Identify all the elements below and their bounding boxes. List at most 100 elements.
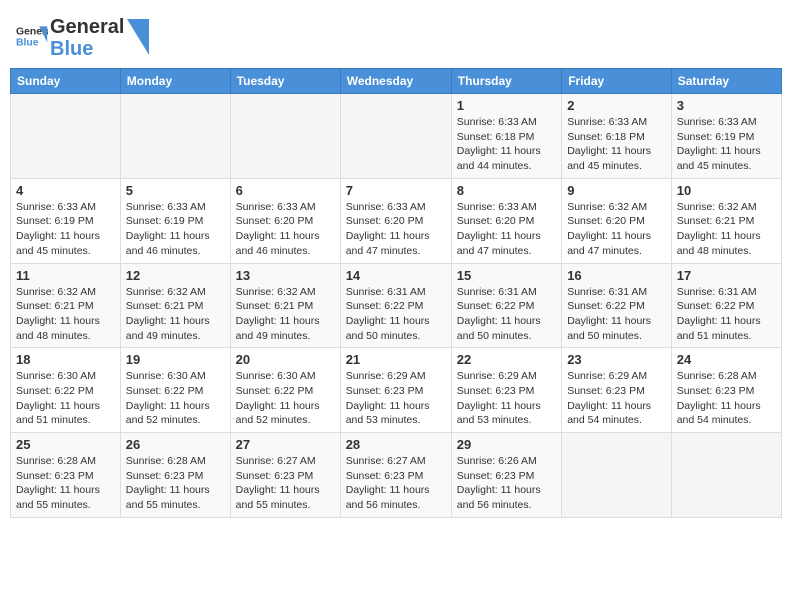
- logo-blue: Blue: [50, 38, 124, 60]
- calendar-cell: 8 Sunrise: 6:33 AM Sunset: 6:20 PM Daylig…: [451, 178, 561, 263]
- calendar-cell: 26 Sunrise: 6:28 AM Sunset: 6:23 PM Dayli…: [120, 433, 230, 518]
- day-info: Sunrise: 6:29 AM Sunset: 6:23 PM Dayligh…: [457, 369, 556, 428]
- day-info: Sunrise: 6:33 AM Sunset: 6:18 PM Dayligh…: [457, 115, 556, 174]
- calendar-cell: 5 Sunrise: 6:33 AM Sunset: 6:19 PM Daylig…: [120, 178, 230, 263]
- calendar-cell: 10 Sunrise: 6:32 AM Sunset: 6:21 PM Dayli…: [671, 178, 781, 263]
- weekday-header-sunday: Sunday: [11, 69, 121, 94]
- weekday-header-friday: Friday: [562, 69, 672, 94]
- day-info: Sunrise: 6:28 AM Sunset: 6:23 PM Dayligh…: [677, 369, 776, 428]
- day-info: Sunrise: 6:33 AM Sunset: 6:20 PM Dayligh…: [236, 200, 335, 259]
- day-number: 18: [16, 352, 115, 367]
- day-info: Sunrise: 6:31 AM Sunset: 6:22 PM Dayligh…: [457, 285, 556, 344]
- weekday-header-thursday: Thursday: [451, 69, 561, 94]
- calendar-cell: [562, 433, 672, 518]
- day-number: 12: [126, 268, 225, 283]
- day-info: Sunrise: 6:30 AM Sunset: 6:22 PM Dayligh…: [126, 369, 225, 428]
- day-number: 27: [236, 437, 335, 452]
- svg-text:Blue: Blue: [16, 37, 39, 48]
- day-info: Sunrise: 6:33 AM Sunset: 6:19 PM Dayligh…: [677, 115, 776, 174]
- day-info: Sunrise: 6:28 AM Sunset: 6:23 PM Dayligh…: [16, 454, 115, 513]
- day-number: 4: [16, 183, 115, 198]
- calendar-table: SundayMondayTuesdayWednesdayThursdayFrid…: [10, 68, 782, 518]
- weekday-header-row: SundayMondayTuesdayWednesdayThursdayFrid…: [11, 69, 782, 94]
- calendar-cell: 22 Sunrise: 6:29 AM Sunset: 6:23 PM Dayli…: [451, 348, 561, 433]
- calendar-week-2: 4 Sunrise: 6:33 AM Sunset: 6:19 PM Daylig…: [11, 178, 782, 263]
- calendar-week-3: 11Sunrise: 6:32 AM Sunset: 6:21 PM Dayli…: [11, 263, 782, 348]
- day-info: Sunrise: 6:33 AM Sunset: 6:20 PM Dayligh…: [346, 200, 446, 259]
- calendar-cell: 16 Sunrise: 6:31 AM Sunset: 6:22 PM Dayli…: [562, 263, 672, 348]
- day-number: 28: [346, 437, 446, 452]
- day-info: Sunrise: 6:33 AM Sunset: 6:19 PM Dayligh…: [126, 200, 225, 259]
- day-info: Sunrise: 6:33 AM Sunset: 6:18 PM Dayligh…: [567, 115, 666, 174]
- weekday-header-monday: Monday: [120, 69, 230, 94]
- calendar-week-4: 18 Sunrise: 6:30 AM Sunset: 6:22 PM Dayli…: [11, 348, 782, 433]
- day-number: 1: [457, 98, 556, 113]
- weekday-header-saturday: Saturday: [671, 69, 781, 94]
- calendar-cell: 17Sunrise: 6:31 AM Sunset: 6:22 PM Dayli…: [671, 263, 781, 348]
- calendar-cell: 18 Sunrise: 6:30 AM Sunset: 6:22 PM Dayli…: [11, 348, 121, 433]
- calendar-cell: 7 Sunrise: 6:33 AM Sunset: 6:20 PM Daylig…: [340, 178, 451, 263]
- calendar-cell: 23Sunrise: 6:29 AM Sunset: 6:23 PM Dayli…: [562, 348, 672, 433]
- calendar-cell: [11, 94, 121, 179]
- day-number: 21: [346, 352, 446, 367]
- logo-icon: General Blue: [16, 20, 48, 52]
- day-info: Sunrise: 6:32 AM Sunset: 6:21 PM Dayligh…: [16, 285, 115, 344]
- day-number: 25: [16, 437, 115, 452]
- calendar-cell: [671, 433, 781, 518]
- calendar-cell: 11Sunrise: 6:32 AM Sunset: 6:21 PM Dayli…: [11, 263, 121, 348]
- day-info: Sunrise: 6:27 AM Sunset: 6:23 PM Dayligh…: [346, 454, 446, 513]
- calendar-cell: 12 Sunrise: 6:32 AM Sunset: 6:21 PM Dayli…: [120, 263, 230, 348]
- day-number: 22: [457, 352, 556, 367]
- day-number: 7: [346, 183, 446, 198]
- day-info: Sunrise: 6:30 AM Sunset: 6:22 PM Dayligh…: [236, 369, 335, 428]
- day-info: Sunrise: 6:27 AM Sunset: 6:23 PM Dayligh…: [236, 454, 335, 513]
- day-info: Sunrise: 6:33 AM Sunset: 6:19 PM Dayligh…: [16, 200, 115, 259]
- calendar-cell: 14 Sunrise: 6:31 AM Sunset: 6:22 PM Dayli…: [340, 263, 451, 348]
- day-info: Sunrise: 6:29 AM Sunset: 6:23 PM Dayligh…: [567, 369, 666, 428]
- day-number: 20: [236, 352, 335, 367]
- day-info: Sunrise: 6:31 AM Sunset: 6:22 PM Dayligh…: [567, 285, 666, 344]
- weekday-header-tuesday: Tuesday: [230, 69, 340, 94]
- calendar-cell: 21 Sunrise: 6:29 AM Sunset: 6:23 PM Dayli…: [340, 348, 451, 433]
- day-info: Sunrise: 6:32 AM Sunset: 6:20 PM Dayligh…: [567, 200, 666, 259]
- day-info: Sunrise: 6:26 AM Sunset: 6:23 PM Dayligh…: [457, 454, 556, 513]
- weekday-header-wednesday: Wednesday: [340, 69, 451, 94]
- day-info: Sunrise: 6:28 AM Sunset: 6:23 PM Dayligh…: [126, 454, 225, 513]
- day-number: 19: [126, 352, 225, 367]
- day-number: 14: [346, 268, 446, 283]
- calendar-cell: 19 Sunrise: 6:30 AM Sunset: 6:22 PM Dayli…: [120, 348, 230, 433]
- logo-general: General: [50, 16, 124, 38]
- day-info: Sunrise: 6:31 AM Sunset: 6:22 PM Dayligh…: [677, 285, 776, 344]
- day-number: 10: [677, 183, 776, 198]
- calendar-week-5: 25 Sunrise: 6:28 AM Sunset: 6:23 PM Dayli…: [11, 433, 782, 518]
- day-info: Sunrise: 6:31 AM Sunset: 6:22 PM Dayligh…: [346, 285, 446, 344]
- day-number: 15: [457, 268, 556, 283]
- calendar-cell: [340, 94, 451, 179]
- calendar-cell: 28 Sunrise: 6:27 AM Sunset: 6:23 PM Dayli…: [340, 433, 451, 518]
- day-number: 13: [236, 268, 335, 283]
- calendar-cell: 4 Sunrise: 6:33 AM Sunset: 6:19 PM Daylig…: [11, 178, 121, 263]
- calendar-cell: 3Sunrise: 6:33 AM Sunset: 6:19 PM Daylig…: [671, 94, 781, 179]
- page-header: General Blue General Blue: [10, 10, 782, 60]
- calendar-cell: 13Sunrise: 6:32 AM Sunset: 6:21 PM Dayli…: [230, 263, 340, 348]
- day-number: 5: [126, 183, 225, 198]
- calendar-week-1: 1 Sunrise: 6:33 AM Sunset: 6:18 PM Daylig…: [11, 94, 782, 179]
- day-number: 8: [457, 183, 556, 198]
- day-number: 2: [567, 98, 666, 113]
- day-number: 26: [126, 437, 225, 452]
- calendar-cell: 15 Sunrise: 6:31 AM Sunset: 6:22 PM Dayli…: [451, 263, 561, 348]
- calendar-cell: 25 Sunrise: 6:28 AM Sunset: 6:23 PM Dayli…: [11, 433, 121, 518]
- day-info: Sunrise: 6:33 AM Sunset: 6:20 PM Dayligh…: [457, 200, 556, 259]
- calendar-cell: [120, 94, 230, 179]
- day-info: Sunrise: 6:30 AM Sunset: 6:22 PM Dayligh…: [16, 369, 115, 428]
- day-info: Sunrise: 6:29 AM Sunset: 6:23 PM Dayligh…: [346, 369, 446, 428]
- logo-arrow-icon: [127, 19, 149, 55]
- calendar-cell: 27 Sunrise: 6:27 AM Sunset: 6:23 PM Dayli…: [230, 433, 340, 518]
- calendar-cell: 6Sunrise: 6:33 AM Sunset: 6:20 PM Daylig…: [230, 178, 340, 263]
- day-number: 9: [567, 183, 666, 198]
- day-info: Sunrise: 6:32 AM Sunset: 6:21 PM Dayligh…: [126, 285, 225, 344]
- calendar-cell: [230, 94, 340, 179]
- day-number: 16: [567, 268, 666, 283]
- day-info: Sunrise: 6:32 AM Sunset: 6:21 PM Dayligh…: [677, 200, 776, 259]
- calendar-cell: 1 Sunrise: 6:33 AM Sunset: 6:18 PM Daylig…: [451, 94, 561, 179]
